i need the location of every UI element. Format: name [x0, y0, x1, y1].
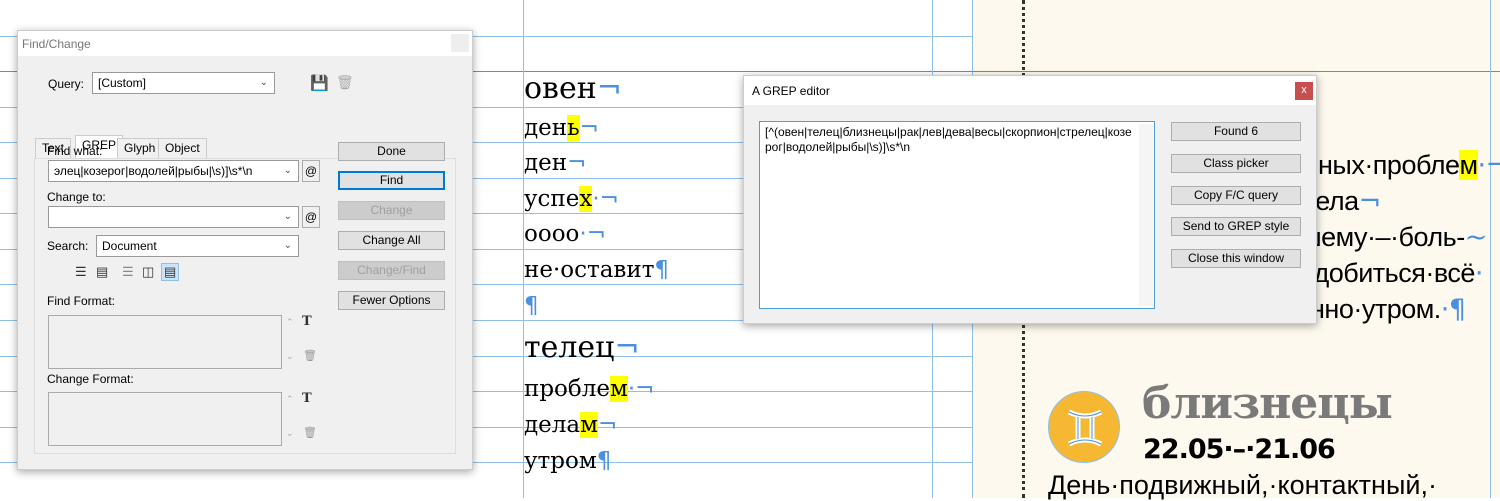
tab-glyph[interactable]: Glyph	[117, 138, 163, 158]
fewer-options-button[interactable]: Fewer Options	[338, 291, 445, 310]
close-button[interactable]: x	[1295, 82, 1313, 100]
find-change-dialog: Find/Change Query: [Custom] ⌄ 💾 🗑 Text GR…	[17, 30, 473, 470]
clear-change-format-icon[interactable]: 🗑	[303, 426, 317, 439]
copy-query-button[interactable]: Copy F/C query	[1171, 186, 1301, 205]
scroll-up-icon[interactable]: ⌃	[286, 394, 294, 405]
find-what-label: Find what:	[47, 144, 103, 158]
scrollbar[interactable]	[1139, 124, 1153, 306]
delete-query-icon[interactable]: 🗑	[336, 74, 354, 91]
change-all-button[interactable]: Change All	[338, 231, 445, 250]
footnotes-icon[interactable]: ▤	[161, 263, 180, 281]
change-format-label: Change Format:	[47, 372, 134, 386]
sign-dates: 22.05·–·21.06	[1143, 434, 1336, 465]
close-window-button[interactable]: Close this window	[1171, 249, 1301, 268]
text-line: шему·–·боль-~	[1300, 222, 1487, 253]
special-characters-button[interactable]: @	[302, 206, 320, 228]
grep-editor-dialog: A GREP editor x [^(овен|телец|близнецы|р…	[743, 75, 1317, 324]
dialog-title: Find/Change	[22, 37, 91, 51]
change-to-input[interactable]: ⌄	[48, 206, 299, 228]
scroll-up-icon[interactable]: ⌃	[286, 317, 294, 328]
text-line: ных·проблем·¬	[1318, 150, 1500, 181]
text-line: нно·утром.·¶	[1310, 294, 1466, 325]
tab-object[interactable]: Object	[158, 138, 207, 158]
specify-change-format-icon[interactable]: T	[302, 391, 312, 406]
grep-expression-textarea[interactable]: [^(овен|телец|близнецы|рак|лев|дева|весы…	[759, 121, 1155, 309]
change-to-label: Change to:	[47, 190, 106, 204]
find-format-box[interactable]	[48, 315, 282, 369]
find-what-input[interactable]: элец|козерог|водолей|рыбы|\s)]\s*\n ⌄	[48, 160, 299, 182]
scroll-down-icon[interactable]: ⌄	[286, 351, 294, 362]
text-line: не·оставит¶	[524, 257, 670, 283]
search-scope-select[interactable]: Document ⌄	[96, 235, 299, 257]
close-button[interactable]	[451, 34, 469, 52]
clear-find-format-icon[interactable]: 🗑	[303, 349, 317, 362]
text-line: ден¬	[524, 150, 587, 176]
hidden-layers-icon[interactable]: ☰	[122, 264, 134, 280]
text-line: день¬	[524, 115, 599, 141]
done-button[interactable]: Done	[338, 142, 445, 161]
chevron-down-icon: ⌄	[283, 211, 292, 222]
specify-find-format-icon[interactable]: T	[302, 314, 312, 329]
text-line: ·добиться·всё·	[1305, 258, 1484, 289]
save-query-icon[interactable]: 💾	[310, 74, 329, 92]
query-label: Query:	[48, 77, 85, 91]
gemini-sign-icon	[1048, 391, 1120, 463]
text-line: овен¬	[524, 71, 622, 106]
special-characters-button[interactable]: @	[302, 160, 320, 182]
search-label: Search:	[47, 239, 89, 253]
change-format-box[interactable]	[48, 392, 282, 446]
chevron-down-icon: ⌄	[283, 240, 292, 251]
text-line: оооо·¬	[524, 221, 606, 247]
send-to-grep-style-button[interactable]: Send to GREP style	[1171, 217, 1301, 236]
locked-stories-icon[interactable]: ▤	[96, 264, 108, 280]
sign-title: близнецы	[1142, 378, 1393, 429]
dialog-title-bar[interactable]: A GREP editor	[744, 76, 1316, 105]
find-format-label: Find Format:	[47, 294, 116, 308]
margin-guide-red	[972, 71, 1500, 72]
scroll-down-icon[interactable]: ⌄	[286, 428, 294, 439]
class-picker-button[interactable]: Class picker	[1171, 154, 1301, 173]
master-pages-icon[interactable]: ◫	[142, 264, 154, 280]
chevron-down-icon: ⌄	[259, 77, 268, 88]
sign-body-text: День·подвижный,·контактный,·	[1048, 470, 1437, 500]
text-line: ¶	[524, 293, 539, 319]
found-count-button[interactable]: Found 6	[1171, 122, 1301, 141]
dialog-title-bar[interactable]: Find/Change	[18, 31, 472, 56]
locked-layers-icon[interactable]: ☰	[75, 264, 87, 280]
chevron-down-icon: ⌄	[279, 161, 292, 181]
text-line: проблем·¬	[524, 376, 655, 402]
change-button[interactable]: Change	[338, 201, 445, 220]
dialog-title: A GREP editor	[752, 84, 830, 98]
text-line: делам¬	[524, 412, 618, 438]
change-find-button[interactable]: Change/Find	[338, 261, 445, 280]
text-line: утром¶	[524, 448, 612, 474]
query-select[interactable]: [Custom] ⌄	[92, 72, 275, 94]
text-line: успех·¬	[524, 186, 619, 212]
find-button[interactable]: Find	[338, 171, 445, 190]
text-line: телец¬	[524, 330, 640, 365]
page-margin-guide	[1490, 0, 1491, 498]
